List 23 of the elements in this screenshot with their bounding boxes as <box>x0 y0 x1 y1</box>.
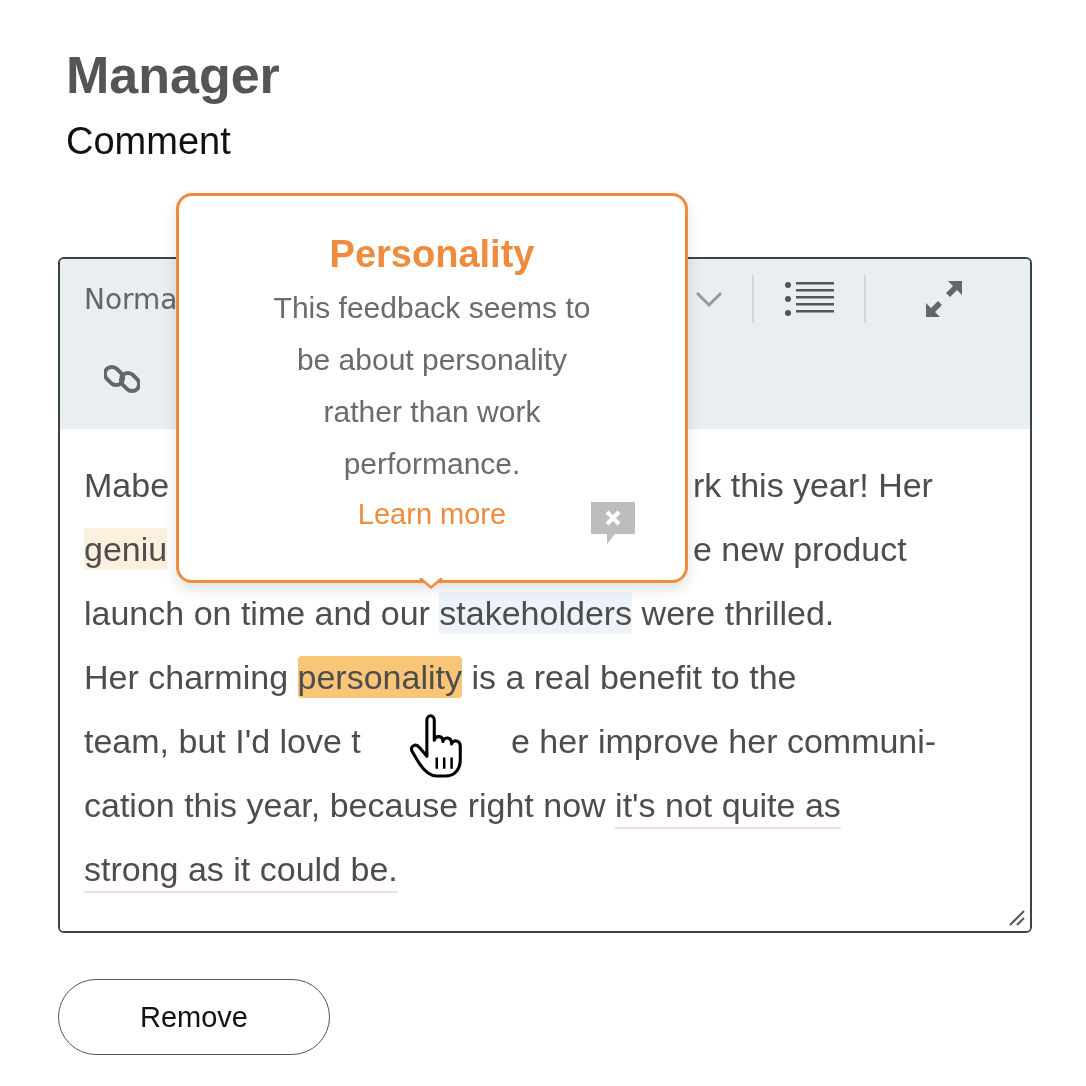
field-label: Comment <box>66 119 232 164</box>
remove-button[interactable]: Remove <box>58 979 330 1055</box>
underlined-text: strong as it could be. <box>84 849 398 890</box>
popover-title: Personality <box>328 232 536 277</box>
editor-text: is a real benefit to the <box>470 657 797 698</box>
editor-text: were thrilled. <box>640 593 835 634</box>
editor-text: e her improve her communi- <box>511 721 937 762</box>
highlighted-text: stakeholders <box>439 592 633 634</box>
editor-text: Mabe <box>84 465 170 506</box>
editor-text: Her charming <box>84 657 290 698</box>
editor-text: launch on time and our <box>84 593 431 634</box>
highlighted-text: geniu <box>84 528 168 570</box>
editor-text: e new product <box>693 529 907 570</box>
section-heading: Manager <box>66 45 281 106</box>
list-icon[interactable] <box>784 281 834 317</box>
underlined-text: it's not quite as <box>615 785 841 826</box>
editor-text: rk this year! Her <box>693 465 933 506</box>
learn-more-link[interactable]: Learn more <box>357 498 507 531</box>
popover-message: This feedback seems to be about personality rather than work performance. <box>272 290 592 482</box>
expand-icon[interactable] <box>924 279 964 319</box>
editor-text: team, but I'd love t <box>84 721 361 762</box>
editor-text: cation this year, because right now <box>84 785 607 826</box>
highlighted-text: personality <box>297 656 462 698</box>
